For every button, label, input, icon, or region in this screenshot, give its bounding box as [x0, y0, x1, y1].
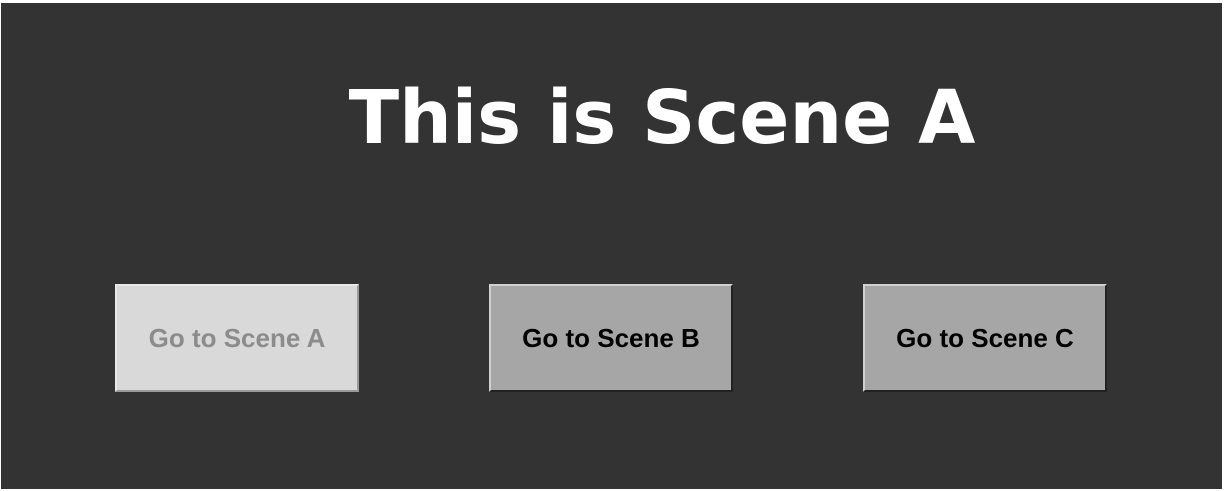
go-to-scene-a-button[interactable]: Go to Scene A	[115, 284, 359, 392]
go-to-scene-c-button[interactable]: Go to Scene C	[863, 284, 1107, 392]
scene-title: This is Scene A	[348, 75, 976, 161]
scene-window: This is Scene A Go to Scene A Go to Scen…	[1, 3, 1222, 489]
go-to-scene-b-button[interactable]: Go to Scene B	[489, 284, 733, 392]
